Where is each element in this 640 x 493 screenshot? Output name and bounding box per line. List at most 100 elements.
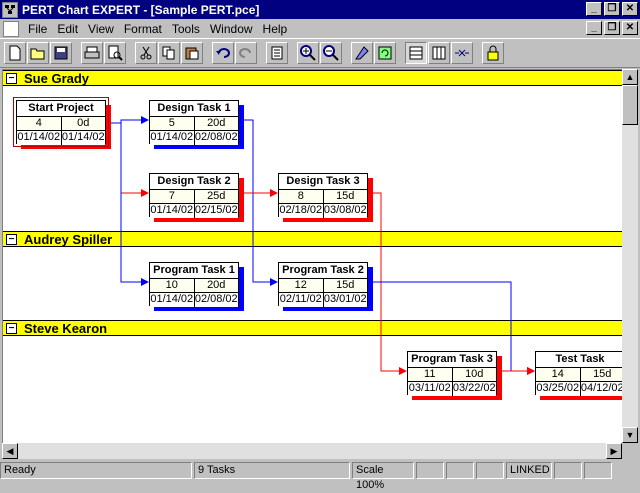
task-finish: 02/08/02 (193, 293, 238, 307)
title-bar: PERT Chart EXPERT - [Sample PERT.pce] _ … (0, 0, 640, 19)
toolbar (0, 38, 640, 68)
task-start: 02/11/02 (279, 293, 322, 305)
scroll-left-icon[interactable]: ◀ (2, 443, 18, 459)
task-finish: 04/12/02 (579, 382, 622, 396)
window-title: PERT Chart EXPERT - [Sample PERT.pce] (22, 2, 260, 17)
task-name: Design Task 3 (279, 174, 367, 190)
horizontal-scrollbar[interactable]: ◀ ▶ (2, 443, 622, 459)
print-preview-icon[interactable] (104, 42, 126, 64)
task-start: 01/14/02 (150, 293, 194, 305)
status-empty-5 (584, 462, 612, 479)
copy-icon[interactable] (158, 42, 180, 64)
scroll-down-icon[interactable]: ▼ (622, 427, 638, 443)
scrollbar-corner (622, 443, 638, 459)
redo-icon[interactable] (235, 42, 257, 64)
task-name: Program Task 3 (408, 352, 496, 368)
task-id: 5 (168, 117, 175, 129)
cut-icon[interactable] (135, 42, 157, 64)
status-empty-4 (554, 462, 582, 479)
task-design-1[interactable]: Design Task 1 5 20d 01/14/02 02/08/02 (149, 100, 244, 149)
status-task-count: 9 Tasks (194, 462, 350, 479)
task-start: 01/14/02 (150, 131, 194, 143)
menu-window[interactable]: Window (205, 22, 258, 36)
task-start: 02/18/02 (279, 204, 323, 216)
task-duration: 20d (193, 279, 239, 292)
task-finish: 03/22/02 (451, 382, 496, 396)
row-layout-icon[interactable] (405, 42, 427, 64)
new-file-icon[interactable] (4, 42, 26, 64)
zoom-in-icon[interactable] (297, 42, 319, 64)
doc-restore-button[interactable]: ❐ (604, 21, 620, 35)
undo-icon[interactable] (212, 42, 234, 64)
close-button[interactable]: ✕ (622, 2, 638, 16)
link-start-design2 (107, 122, 149, 197)
task-duration: 15d (322, 190, 368, 203)
task-id: 14 (551, 368, 564, 380)
minimize-button[interactable]: _ (586, 2, 602, 16)
menu-format[interactable]: Format (119, 22, 167, 36)
lock-icon[interactable] (482, 42, 504, 64)
task-info-icon[interactable] (266, 42, 288, 64)
task-design-3[interactable]: Design Task 3 8 15d 02/18/02 03/08/02 (278, 173, 373, 222)
task-finish: 03/01/02 (322, 293, 367, 307)
print-icon[interactable] (81, 42, 103, 64)
document-icon[interactable] (3, 20, 19, 37)
menu-file[interactable]: File (23, 22, 52, 36)
restore-button[interactable]: ❐ (604, 2, 620, 16)
status-ready: Ready (0, 462, 192, 479)
link-icon[interactable] (451, 42, 473, 64)
task-start: 03/11/02 (408, 382, 451, 394)
scroll-right-icon[interactable]: ▶ (606, 443, 622, 459)
save-icon[interactable] (50, 42, 72, 64)
status-bar: Ready 9 Tasks Scale 100% LINKED (0, 461, 640, 491)
task-id: 10 (165, 279, 178, 291)
menu-view[interactable]: View (83, 22, 119, 36)
task-duration: 10d (451, 368, 497, 381)
status-scale: Scale 100% (352, 462, 414, 491)
task-duration: 20d (193, 117, 239, 130)
status-linked: LINKED (506, 462, 552, 479)
zoom-out-icon[interactable] (320, 42, 342, 64)
task-program-3[interactable]: Program Task 3 11 10d 03/11/02 03/22/02 (407, 351, 502, 400)
refresh-icon[interactable] (374, 42, 396, 64)
task-duration: 0d (60, 117, 106, 130)
task-id: 8 (297, 190, 304, 202)
task-id: 12 (294, 279, 307, 291)
task-id: 7 (168, 190, 175, 202)
app-icon[interactable] (2, 1, 18, 18)
task-name: Program Task 2 (279, 263, 367, 279)
menu-help[interactable]: Help (258, 22, 293, 36)
paste-icon[interactable] (181, 42, 203, 64)
task-id: 11 (424, 368, 436, 380)
doc-close-button[interactable]: ✕ (622, 21, 638, 35)
doc-minimize-button[interactable]: _ (586, 21, 602, 35)
task-program-2[interactable]: Program Task 2 12 15d 02/11/02 03/01/02 (278, 262, 373, 311)
task-program-1[interactable]: Program Task 1 10 20d 01/14/02 02/08/02 (149, 262, 244, 311)
task-test[interactable]: Test Task 14 15d 03/25/02 04/12/02 (535, 351, 623, 400)
task-start: 01/14/02 (17, 131, 61, 143)
menu-tools[interactable]: Tools (167, 22, 205, 36)
vertical-scrollbar[interactable]: ▲ ▼ (622, 69, 638, 443)
scroll-up-icon[interactable]: ▲ (622, 69, 638, 85)
link-design1-program2 (239, 119, 278, 286)
task-id: 4 (35, 117, 42, 129)
status-empty-2 (446, 462, 474, 479)
task-duration: 15d (579, 368, 623, 381)
open-folder-icon[interactable] (27, 42, 49, 64)
task-name: Program Task 1 (150, 263, 238, 279)
task-name: Start Project (17, 101, 105, 117)
task-finish: 01/14/02 (60, 131, 105, 145)
task-design-2[interactable]: Design Task 2 7 25d 01/14/02 02/15/02 (149, 173, 244, 222)
status-empty-3 (476, 462, 504, 479)
task-start-project[interactable]: Start Project 4 0d 01/14/02 01/14/02 (13, 97, 111, 149)
format-icon[interactable] (351, 42, 373, 64)
task-finish: 03/08/02 (322, 204, 367, 218)
task-start: 03/25/02 (536, 382, 580, 394)
task-duration: 25d (193, 190, 239, 203)
task-start: 01/14/02 (150, 204, 194, 216)
link-start-program1 (107, 122, 149, 286)
vertical-scroll-thumb[interactable] (622, 85, 638, 125)
column-layout-icon[interactable] (428, 42, 450, 64)
menu-edit[interactable]: Edit (52, 22, 83, 36)
pert-chart-canvas[interactable]: − Sue Grady − Audrey Spiller − Steve Kea… (2, 69, 622, 443)
